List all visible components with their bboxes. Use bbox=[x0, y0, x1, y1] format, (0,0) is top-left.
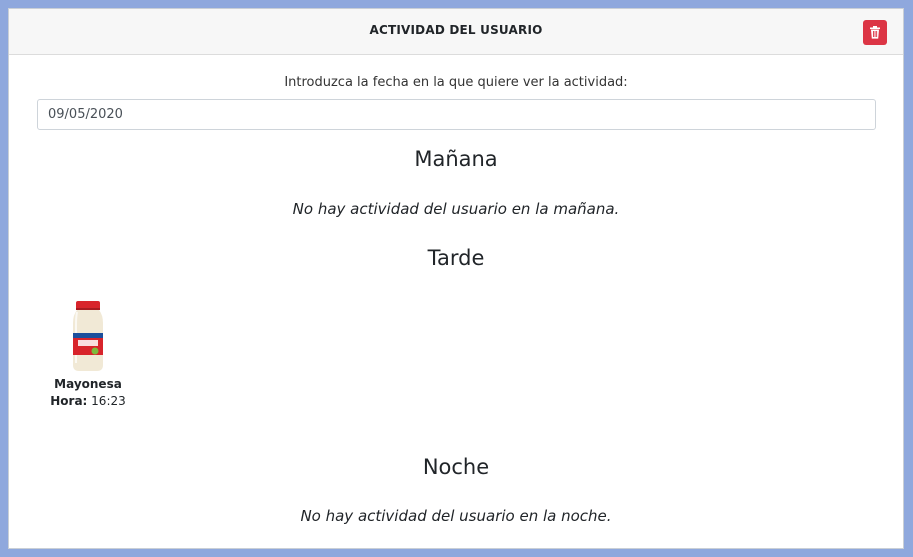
date-input[interactable] bbox=[37, 99, 876, 130]
section-title-afternoon: Tarde bbox=[427, 246, 485, 270]
section-title-morning: Mañana bbox=[414, 147, 498, 171]
night-empty-message: No hay actividad del usuario en la noche… bbox=[300, 507, 612, 525]
activity-item[interactable]: Mayonesa Hora: 16:23 bbox=[43, 299, 133, 408]
date-prompt: Introduzca la fecha en la que quiere ver… bbox=[284, 75, 628, 90]
page-title: ACTIVIDAD DEL USUARIO bbox=[369, 23, 543, 37]
trash-icon bbox=[870, 26, 880, 39]
time-value: 16:23 bbox=[91, 394, 126, 408]
delete-button[interactable] bbox=[863, 20, 887, 45]
product-image bbox=[73, 301, 103, 371]
morning-empty-message: No hay actividad del usuario en la mañan… bbox=[292, 200, 620, 218]
time-label: Hora: bbox=[50, 394, 88, 408]
section-title-night: Noche bbox=[422, 455, 490, 479]
panel-header: ACTIVIDAD DEL USUARIO bbox=[9, 9, 903, 55]
product-name: Mayonesa bbox=[54, 377, 122, 391]
product-time: Hora: 16:23 bbox=[43, 394, 133, 408]
activity-panel: ACTIVIDAD DEL USUARIO Introduzca la fech… bbox=[8, 8, 904, 549]
